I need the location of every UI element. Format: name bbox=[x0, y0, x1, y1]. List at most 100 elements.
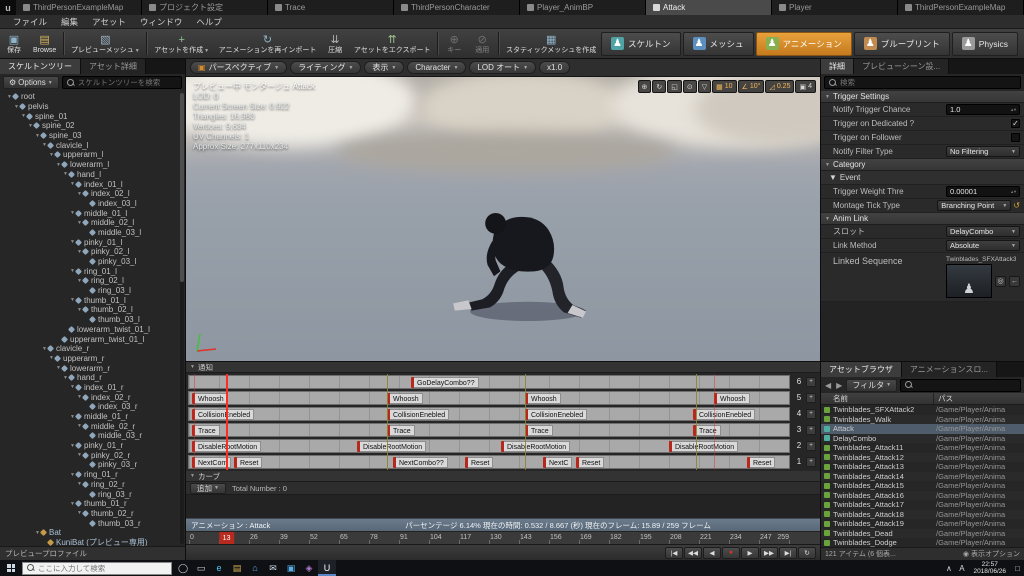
details-section-header[interactable]: ▼ Anim Link bbox=[821, 213, 1024, 225]
step-forward-button[interactable]: ▶▶ bbox=[760, 546, 778, 559]
menu-item[interactable]: ヘルプ bbox=[189, 16, 229, 28]
bone-row[interactable]: ▼ pinky_02_l bbox=[2, 247, 185, 257]
use-selected-icon[interactable]: ← bbox=[1009, 275, 1020, 287]
notify-marker[interactable]: DisableRootMotion bbox=[192, 440, 262, 452]
notify-marker[interactable]: Reset bbox=[576, 456, 605, 468]
notify-track-lane[interactable]: Trace Trace Trace Trace bbox=[188, 422, 790, 437]
camera-speed-button[interactable]: ▣ 4 bbox=[795, 80, 816, 93]
menu-item[interactable]: アセット bbox=[85, 16, 133, 28]
skeleton-tab[interactable]: アセット詳細 bbox=[81, 59, 146, 74]
bone-row[interactable]: thumb_03_r bbox=[2, 518, 185, 528]
preview-mesh-button[interactable]: ▧ プレビューメッシュ ▼ bbox=[66, 29, 144, 58]
window-tab[interactable]: Player bbox=[772, 0, 898, 15]
asset-row[interactable]: Twinblades_Attack17/Game/Player/Anima bbox=[821, 500, 1024, 510]
play-reverse-button[interactable]: ◀ bbox=[703, 546, 721, 559]
bone-row[interactable]: index_03_r bbox=[2, 402, 185, 412]
bone-row[interactable]: ▼ root bbox=[2, 92, 185, 102]
menu-item[interactable]: ファイル bbox=[6, 16, 54, 28]
translate-tool-button[interactable]: ⊕ bbox=[637, 80, 652, 93]
details-search-input[interactable] bbox=[840, 78, 1016, 87]
window-tab[interactable]: ThirdPersonCharacter bbox=[394, 0, 520, 15]
asset-filter-button[interactable]: フィルタ ▼ bbox=[846, 378, 898, 392]
bone-row[interactable]: ▼ pinky_01_l bbox=[2, 237, 185, 247]
mode-tab-ブループリント[interactable]: ♟ ブループリント bbox=[853, 31, 950, 56]
scale-snap-button[interactable]: ◿ 0.25 bbox=[765, 80, 795, 93]
number-input[interactable]: 0.00001 ▲▼ bbox=[946, 186, 1020, 197]
preview-viewport[interactable]: プレビュー中 モンタージュ Attack LOD: 0 Current Screen… bbox=[186, 77, 820, 361]
bone-row[interactable]: ▼ lowerarm_l bbox=[2, 160, 185, 170]
tray-expand-icon[interactable]: ∧ bbox=[942, 560, 955, 576]
reset-to-default-icon[interactable]: ↺ bbox=[1013, 201, 1020, 210]
skeleton-tab[interactable]: スケルトンツリー bbox=[0, 59, 81, 74]
dropdown-select[interactable]: DelayCombo ▼ bbox=[946, 226, 1020, 237]
notify-marker[interactable]: Reset bbox=[747, 456, 776, 468]
start-button[interactable] bbox=[0, 560, 22, 576]
scale-tool-button[interactable]: ◱ bbox=[667, 80, 682, 93]
record-button[interactable]: ● bbox=[722, 546, 740, 559]
asset-search-input[interactable] bbox=[916, 380, 1016, 390]
track-add-button[interactable]: + bbox=[806, 392, 816, 403]
bone-row[interactable]: ▼ lowerarm_r bbox=[2, 363, 185, 373]
viewport-perspective-button[interactable]: ▣ パースペクティブ ▼ bbox=[190, 61, 288, 74]
checkbox[interactable]: ✓ bbox=[1011, 119, 1020, 128]
asset-row[interactable]: Twinblades_Attack11/Game/Player/Anima bbox=[821, 443, 1024, 453]
notify-marker[interactable]: Whoosh bbox=[387, 392, 423, 404]
tree-options-button[interactable]: ⚙ Options ▼ bbox=[3, 76, 59, 89]
notify-marker[interactable]: Whoosh bbox=[192, 392, 228, 404]
spinner-icon[interactable]: ▲▼ bbox=[1010, 107, 1017, 112]
notify-marker[interactable]: CollisionEnebled bbox=[387, 408, 450, 420]
taskbar-search-input[interactable] bbox=[38, 563, 167, 573]
skeleton-search-box[interactable] bbox=[61, 76, 182, 89]
coordinate-system-button[interactable]: ⊙ bbox=[682, 80, 697, 93]
notify-marker[interactable]: Whoosh bbox=[525, 392, 561, 404]
asset-row[interactable]: Twinblades_Dead/Game/Player/Anima bbox=[821, 528, 1024, 538]
reimport-button[interactable]: ↻ アニメーションを再インポート bbox=[214, 29, 321, 58]
bone-row[interactable]: lowerarm_twist_01_l bbox=[2, 325, 185, 335]
bone-row[interactable]: thumb_03_l bbox=[2, 315, 185, 325]
bone-row[interactable]: ▼ thumb_01_l bbox=[2, 295, 185, 305]
menu-item[interactable]: 編集 bbox=[54, 16, 85, 28]
surface-snap-button[interactable]: ▽ bbox=[697, 80, 712, 93]
find-asset-icon[interactable]: ◎ bbox=[995, 275, 1006, 287]
bone-row[interactable]: ▼ upperarm_l bbox=[2, 150, 185, 160]
make-static-mesh-button[interactable]: ▦ スタティックメッシュを作成 bbox=[501, 29, 601, 58]
window-tab[interactable]: ThirdPersonExampleMap bbox=[898, 0, 1024, 15]
task-view-icon[interactable]: ▭ bbox=[192, 560, 210, 576]
dropdown-select[interactable]: No Filtering ▼ bbox=[946, 146, 1020, 157]
tree-scrollbar-thumb[interactable] bbox=[180, 93, 184, 283]
notify-track-lane[interactable]: Whoosh Whoosh Whoosh Whoosh bbox=[188, 390, 790, 405]
export-button[interactable]: ⇈ アセットをエクスポート bbox=[349, 29, 435, 58]
bone-row[interactable]: middle_03_r bbox=[2, 431, 185, 441]
column-name[interactable]: 名前 bbox=[821, 393, 933, 404]
notify-marker[interactable]: Reset bbox=[234, 456, 263, 468]
bone-row[interactable]: ▼ thumb_01_r bbox=[2, 499, 185, 509]
forward-arrow-icon[interactable]: ▶ bbox=[835, 381, 843, 390]
notify-marker[interactable]: Trace bbox=[693, 424, 721, 436]
asset-browser-tab[interactable]: アニメーションスロ... bbox=[901, 362, 998, 377]
bone-row[interactable]: ring_03_l bbox=[2, 286, 185, 296]
asset-row[interactable]: Twinblades_Walk/Game/Player/Anima bbox=[821, 414, 1024, 424]
bone-row[interactable]: ▼ pinky_01_r bbox=[2, 441, 185, 451]
track-add-button[interactable]: + bbox=[806, 456, 816, 467]
bone-row[interactable]: ▼ ring_01_r bbox=[2, 470, 185, 480]
bone-row[interactable]: ▼ clavicle_r bbox=[2, 344, 185, 354]
bone-row[interactable]: middle_03_l bbox=[2, 228, 185, 238]
asset-row[interactable]: Twinblades_SFXAttack2/Game/Player/Anima bbox=[821, 405, 1024, 415]
notify-marker[interactable]: Reset bbox=[465, 456, 494, 468]
asset-row[interactable]: Twinblades_Attack12/Game/Player/Anima bbox=[821, 452, 1024, 462]
ruler-playhead[interactable]: 13 bbox=[219, 532, 235, 544]
curves-section-header[interactable]: ▼ カーブ bbox=[186, 471, 820, 482]
track-add-button[interactable]: + bbox=[806, 408, 816, 419]
explorer-icon[interactable]: ▤ bbox=[228, 560, 246, 576]
asset-row[interactable]: DelayCombo/Game/Player/Anima bbox=[821, 433, 1024, 443]
notify-marker[interactable]: NextCombo?? bbox=[393, 456, 448, 468]
window-tab[interactable]: プロジェクト設定 bbox=[142, 0, 268, 15]
window-tab[interactable]: ThirdPersonExampleMap bbox=[16, 0, 142, 15]
notify-marker[interactable]: DisableRootMotion bbox=[669, 440, 739, 452]
edge-icon[interactable]: e bbox=[210, 560, 228, 576]
bone-row[interactable]: KuniBat (プレビュー専用) bbox=[2, 538, 185, 546]
notify-track-lane[interactable]: GoDelayCombo?? bbox=[188, 374, 790, 389]
mode-tab-Physics[interactable]: ♟ Physics bbox=[951, 31, 1019, 56]
bone-row[interactable]: ▼ hand_r bbox=[2, 373, 185, 383]
notify-marker[interactable]: NextCom bbox=[192, 456, 232, 468]
